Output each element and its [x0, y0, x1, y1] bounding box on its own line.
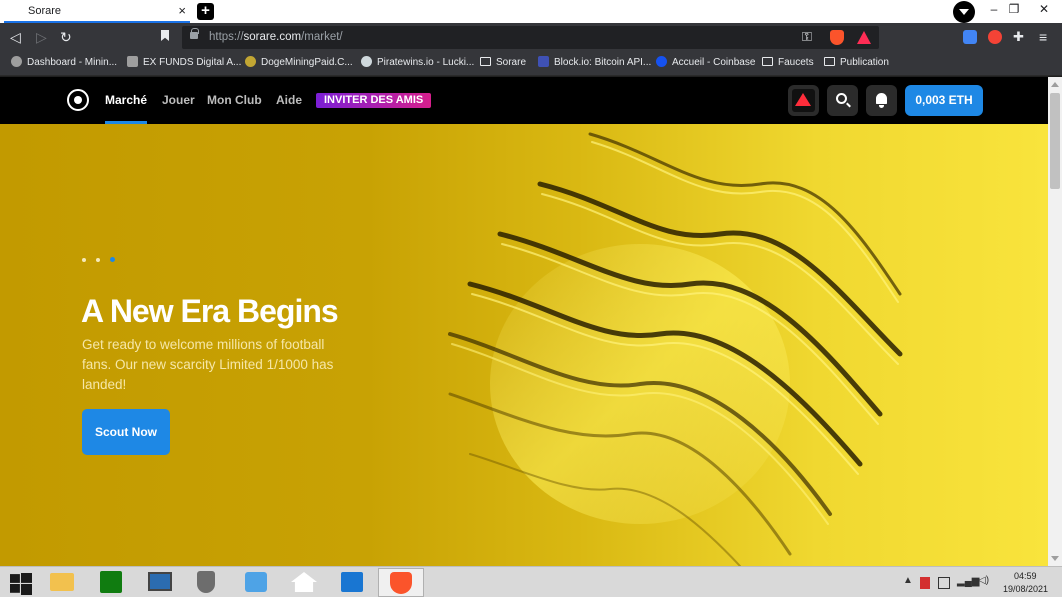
- restore-button[interactable]: ❐: [1005, 2, 1023, 16]
- page-scrollbar[interactable]: [1048, 77, 1062, 566]
- bookmark-label: Dashboard - Minin...: [27, 57, 118, 68]
- bookmark-label: DogeMiningPaid.C...: [261, 57, 353, 68]
- coinbase-icon: [656, 56, 667, 67]
- minimize-button[interactable]: –: [985, 2, 1003, 16]
- scroll-up-icon[interactable]: [1051, 82, 1059, 87]
- forward-button[interactable]: ▷: [36, 28, 47, 46]
- folder-icon: [824, 57, 835, 66]
- dashboard-icon: [11, 56, 22, 67]
- close-window-button[interactable]: ✕: [1035, 2, 1053, 16]
- brave-shield-icon[interactable]: [830, 30, 844, 45]
- carousel-dot-3[interactable]: [110, 257, 115, 263]
- downloads-icon[interactable]: [953, 1, 975, 23]
- search-button[interactable]: [827, 85, 858, 116]
- os-taskbar: ▲ ▂▄▆ ◁) 04:59 19/08/2021: [0, 566, 1062, 597]
- key-icon[interactable]: ⚿: [802, 29, 812, 45]
- tab-title: Sorare: [28, 5, 62, 17]
- security-shield-icon[interactable]: [197, 571, 215, 593]
- bookmark-label: Faucets: [778, 57, 814, 68]
- site-header: Marché Jouer Mon Club Aide INVITER DES A…: [0, 77, 1048, 124]
- translate-extension-icon[interactable]: [963, 30, 977, 44]
- bookmark-label: Piratewins.io - Lucki...: [377, 57, 475, 68]
- bookmark-item[interactable]: Accueil - Coinbase: [656, 56, 755, 72]
- browser-tab[interactable]: Sorare ×: [4, 0, 190, 23]
- home-icon[interactable]: [291, 572, 317, 592]
- folder-icon: [762, 57, 773, 66]
- bookmark-label: Sorare: [496, 57, 527, 68]
- hero-description: Get ready to welcome millions of footbal…: [82, 337, 334, 392]
- tray-app-icon[interactable]: [920, 577, 930, 589]
- folder-icon: [480, 57, 491, 66]
- brave-browser-icon: [390, 572, 412, 594]
- scout-now-button[interactable]: Scout Now: [82, 409, 170, 455]
- bookmark-item[interactable]: DogeMiningPaid.C...: [245, 56, 353, 72]
- bookmark-label: Block.io: Bitcoin API...: [554, 57, 652, 68]
- network-signal-icon[interactable]: ▂▄▆: [957, 576, 979, 587]
- tab-close-icon[interactable]: ×: [178, 3, 186, 19]
- bookmark-label: Publication: [840, 57, 889, 68]
- windows-start-icon[interactable]: [9, 573, 33, 595]
- invite-friends-button[interactable]: INVITER DES AMIS: [316, 93, 432, 108]
- bookmark-item[interactable]: Block.io: Bitcoin API...: [538, 56, 651, 72]
- bookmark-icon[interactable]: [161, 30, 169, 41]
- blockio-icon: [538, 56, 549, 67]
- taskbar-clock-time[interactable]: 04:59: [1014, 571, 1037, 581]
- bell-icon: [876, 93, 887, 108]
- nav-marche[interactable]: Marché: [105, 93, 147, 107]
- new-tab-button[interactable]: +: [197, 3, 214, 20]
- back-button[interactable]: ◁: [10, 28, 21, 46]
- maxthon-icon[interactable]: [341, 572, 363, 592]
- file-explorer-icon[interactable]: [50, 573, 74, 591]
- extension-icon[interactable]: [988, 30, 1002, 44]
- mail-icon[interactable]: [245, 572, 267, 592]
- sorare-logo-icon[interactable]: [67, 89, 89, 111]
- tray-device-icon[interactable]: [938, 577, 950, 589]
- extensions-puzzle-icon[interactable]: ✚: [1013, 28, 1024, 46]
- carousel-dot-2[interactable]: [96, 257, 100, 262]
- bookmark-label: Accueil - Coinbase: [672, 57, 756, 68]
- carousel-dot-1[interactable]: [82, 257, 86, 262]
- wallet-balance-button[interactable]: 0,003 ETH: [905, 85, 983, 116]
- pirate-icon: [361, 56, 372, 67]
- nav-mon-club[interactable]: Mon Club: [207, 93, 262, 107]
- browser-tab-strip: Sorare × + – ❐ ✕: [0, 0, 1062, 23]
- browser-menu-icon[interactable]: ≡: [1039, 28, 1047, 46]
- bookmark-folder[interactable]: Faucets: [762, 56, 814, 72]
- club-avatar-button[interactable]: [788, 85, 819, 116]
- bookmark-item[interactable]: Dashboard - Minin...: [11, 56, 117, 72]
- url-host: sorare.com: [243, 31, 302, 43]
- club-badge-icon: [795, 93, 811, 106]
- bookmark-label: EX FUNDS Digital A...: [143, 57, 242, 68]
- url-scheme: https://: [209, 31, 244, 43]
- scroll-down-icon[interactable]: [1051, 556, 1059, 561]
- taskbar-clock-date[interactable]: 19/08/2021: [1003, 584, 1048, 594]
- lock-icon: [190, 28, 199, 39]
- store-icon[interactable]: [100, 571, 122, 593]
- nav-aide[interactable]: Aide: [276, 93, 302, 107]
- volume-icon[interactable]: ◁): [978, 575, 989, 586]
- reload-button[interactable]: ↻: [60, 28, 72, 46]
- notifications-button[interactable]: [866, 85, 897, 116]
- scroll-thumb[interactable]: [1050, 93, 1060, 189]
- brave-taskbar-item[interactable]: [378, 568, 424, 597]
- bookmark-folder[interactable]: Publication: [824, 56, 889, 72]
- url-text: https://sorare.com/market/: [209, 31, 343, 43]
- carousel-indicators: [82, 251, 125, 269]
- browser-toolbar: ◁ ▷ ↻ https://sorare.com/market/ ⚿ ✚ ≡: [0, 23, 1062, 51]
- bookmark-folder[interactable]: Sorare: [480, 56, 526, 72]
- exfunds-icon: [127, 56, 138, 67]
- bookmarks-bar: Dashboard - Minin... EX FUNDS Digital A.…: [0, 51, 1062, 76]
- monitor-icon[interactable]: [148, 572, 172, 591]
- address-bar[interactable]: https://sorare.com/market/ ⚿: [182, 26, 879, 49]
- nav-jouer[interactable]: Jouer: [162, 93, 195, 107]
- doge-icon: [245, 56, 256, 67]
- hero-banner: A New Era Begins Get ready to welcome mi…: [0, 124, 1048, 566]
- bookmark-item[interactable]: EX FUNDS Digital A...: [127, 56, 241, 72]
- url-path: /market/: [301, 31, 343, 43]
- brave-rewards-icon[interactable]: [857, 31, 871, 44]
- tray-expand-icon[interactable]: ▲: [903, 575, 913, 586]
- bookmark-item[interactable]: Piratewins.io - Lucki...: [361, 56, 474, 72]
- search-icon: [836, 93, 847, 104]
- hero-title: A New Era Begins: [81, 293, 339, 329]
